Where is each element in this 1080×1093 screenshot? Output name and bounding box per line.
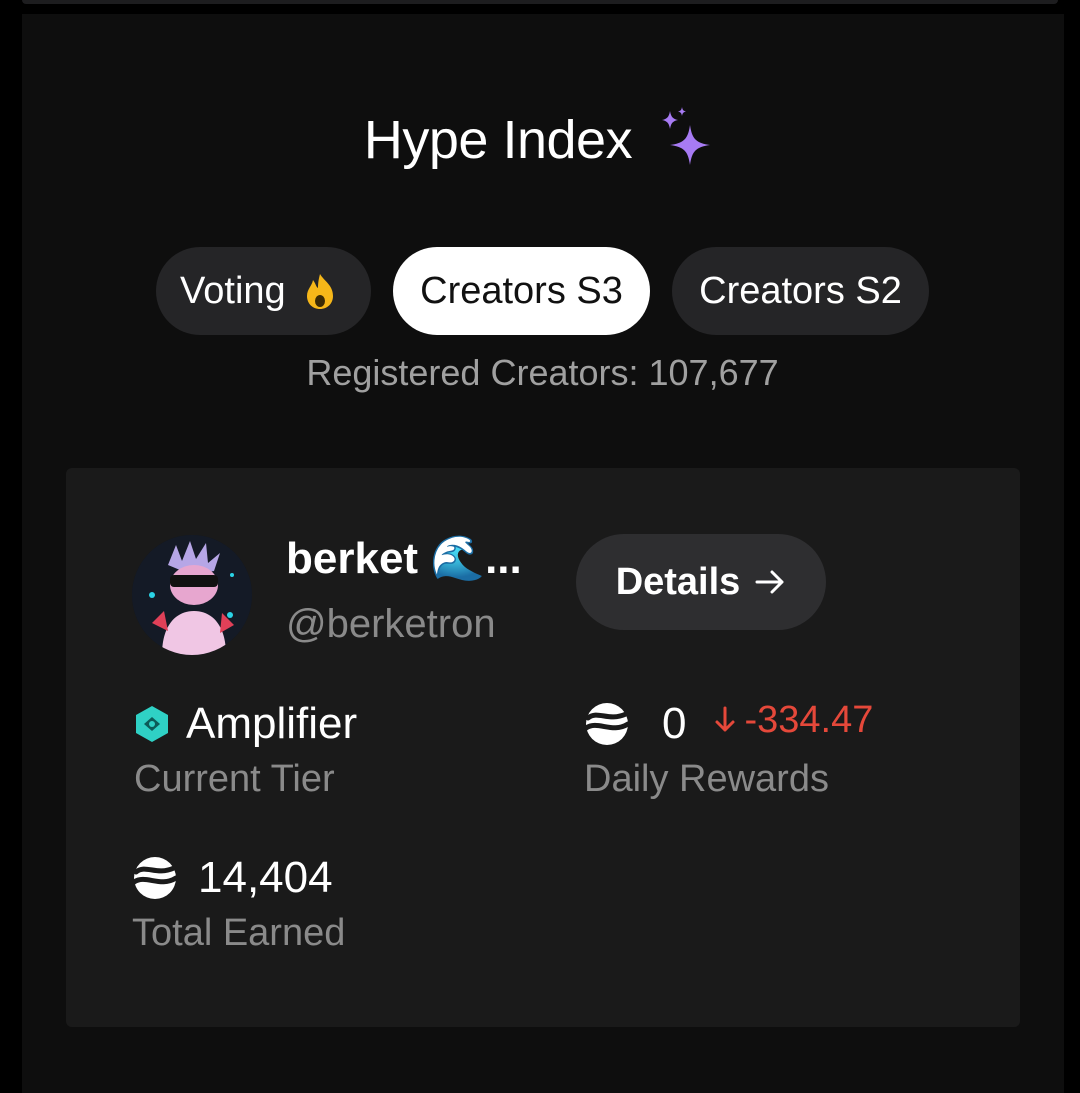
avatar-image — [132, 535, 252, 655]
total-earned-value: 14,404 — [198, 853, 333, 902]
tier-label: Current Tier — [134, 758, 335, 800]
details-button[interactable]: Details — [576, 534, 826, 630]
arrow-down-icon — [715, 706, 735, 732]
coin-icon — [132, 857, 178, 899]
tab-creators-s2-label: Creators S2 — [699, 269, 902, 312]
tab-bar: Voting Creators S3 Creators S2 — [156, 247, 929, 335]
daily-rewards-change-value: -334.47 — [744, 698, 874, 741]
creator-handle: @berketron — [286, 602, 496, 646]
tab-creators-s3[interactable]: Creators S3 — [393, 247, 650, 335]
sparkles-icon — [662, 107, 711, 165]
avatar[interactable] — [132, 535, 252, 655]
arrow-right-icon — [755, 570, 784, 594]
tab-creators-s3-label: Creators S3 — [420, 269, 623, 312]
page-header: Hype Index — [0, 100, 1080, 180]
total-earned-label: Total Earned — [132, 912, 346, 954]
tab-voting-label: Voting — [180, 269, 286, 312]
daily-rewards-change: -334.47 — [714, 699, 873, 742]
details-button-label: Details — [615, 560, 741, 603]
daily-rewards-value: 0 — [662, 699, 687, 748]
daily-rewards-stat: 0 -334.47 Daily Rewards — [584, 694, 873, 801]
top-bar — [22, 0, 1058, 4]
coin-icon — [584, 703, 630, 745]
creator-display-name: berket 🌊... — [286, 534, 522, 583]
tier-stat: Amplifier Current Tier — [134, 694, 357, 801]
total-earned-stat: 14,404 Total Earned — [132, 848, 345, 955]
creator-card: berket 🌊... @berketron Details Amplifier… — [66, 468, 1020, 1027]
tab-creators-s2[interactable]: Creators S2 — [672, 247, 929, 335]
daily-rewards-label: Daily Rewards — [584, 758, 829, 800]
tier-value: Amplifier — [186, 699, 358, 748]
tab-voting[interactable]: Voting — [156, 247, 371, 335]
diamond-tier-icon — [136, 706, 168, 742]
registered-creators-count: Registered Creators: 107,677 — [306, 352, 779, 393]
page-title: Hype Index — [363, 110, 633, 170]
fire-icon — [306, 274, 333, 309]
